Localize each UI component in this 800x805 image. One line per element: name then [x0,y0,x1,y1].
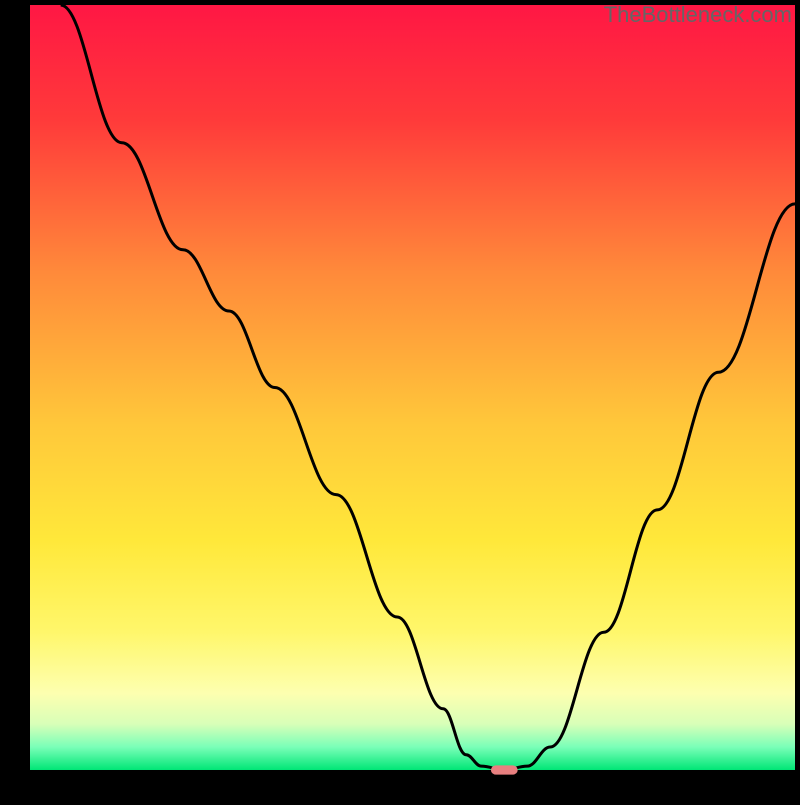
gradient-background [30,5,795,770]
bottleneck-chart [0,0,800,800]
watermark-text: TheBottleneck.com [604,2,792,28]
chart-svg [0,0,800,800]
optimal-marker [491,765,518,774]
